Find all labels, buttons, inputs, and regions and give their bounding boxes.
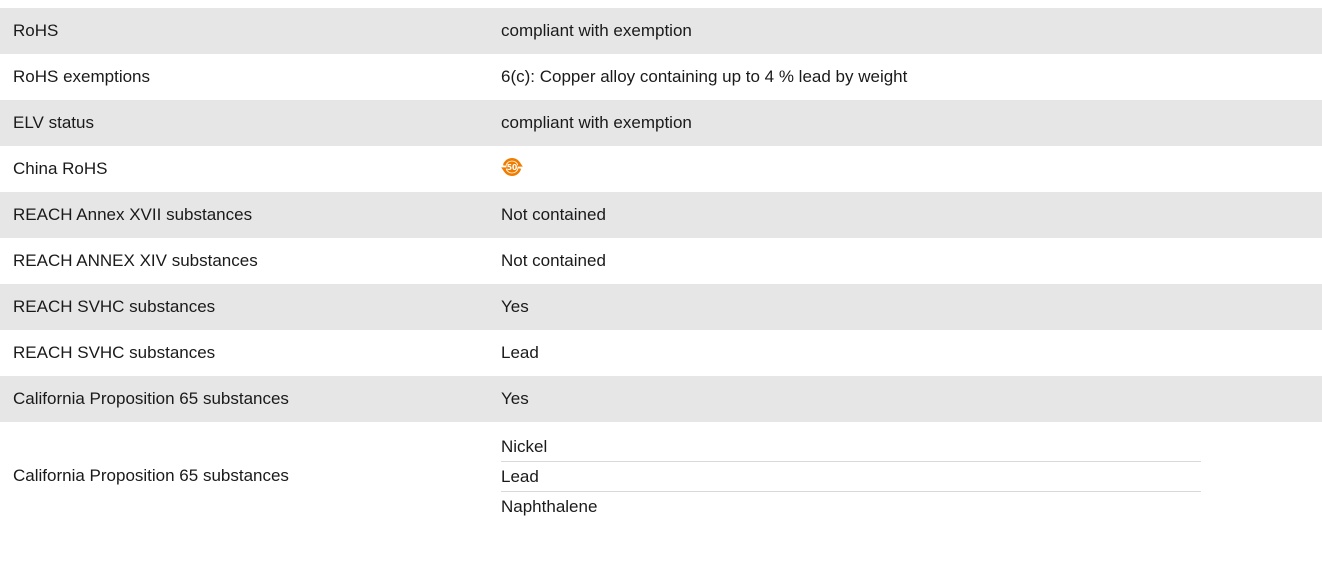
row-label: California Proposition 65 substances: [0, 376, 490, 422]
row-label: ELV status: [0, 100, 490, 146]
row-value-list: Nickel Lead Naphthalene: [490, 422, 1322, 530]
table-row: California Proposition 65 substances Nic…: [0, 422, 1322, 530]
row-label: REACH ANNEX XIV substances: [0, 238, 490, 284]
row-value: Yes: [490, 284, 1322, 330]
compliance-table: RoHS compliant with exemption RoHS exemp…: [0, 8, 1322, 530]
table-row: RoHS exemptions 6(c): Copper alloy conta…: [0, 54, 1322, 100]
table-row: REACH Annex XVII substances Not containe…: [0, 192, 1322, 238]
row-label: REACH SVHC substances: [0, 284, 490, 330]
table-row: REACH SVHC substances Lead: [0, 330, 1322, 376]
row-label: REACH SVHC substances: [0, 330, 490, 376]
table-row: RoHS compliant with exemption: [0, 8, 1322, 54]
row-value: Not contained: [490, 238, 1322, 284]
row-value: compliant with exemption: [490, 8, 1322, 54]
list-item: Lead: [501, 460, 1201, 491]
table-row: REACH ANNEX XIV substances Not contained: [0, 238, 1322, 284]
table-row: REACH SVHC substances Yes: [0, 284, 1322, 330]
row-value: 6(c): Copper alloy containing up to 4 % …: [490, 54, 1322, 100]
table-row: ELV status compliant with exemption: [0, 100, 1322, 146]
row-label: RoHS exemptions: [0, 54, 490, 100]
china-rohs-icon-text: 50: [507, 163, 518, 172]
row-value: Not contained: [490, 192, 1322, 238]
table-row: China RoHS 50: [0, 146, 1322, 192]
row-label: California Proposition 65 substances: [0, 422, 490, 530]
row-label: REACH Annex XVII substances: [0, 192, 490, 238]
row-label: China RoHS: [0, 146, 490, 192]
row-label: RoHS: [0, 8, 490, 54]
list-item: Nickel: [501, 436, 548, 456]
row-value: compliant with exemption: [490, 100, 1322, 146]
china-rohs-50-icon: 50: [501, 156, 523, 178]
row-value: Lead: [490, 330, 1322, 376]
list-item: Naphthalene: [501, 490, 1201, 521]
table-row: California Proposition 65 substances Yes: [0, 376, 1322, 422]
row-value: Yes: [490, 376, 1322, 422]
row-value: 50: [490, 146, 1322, 192]
substance-list: Nickel Lead Naphthalene: [501, 432, 1201, 521]
